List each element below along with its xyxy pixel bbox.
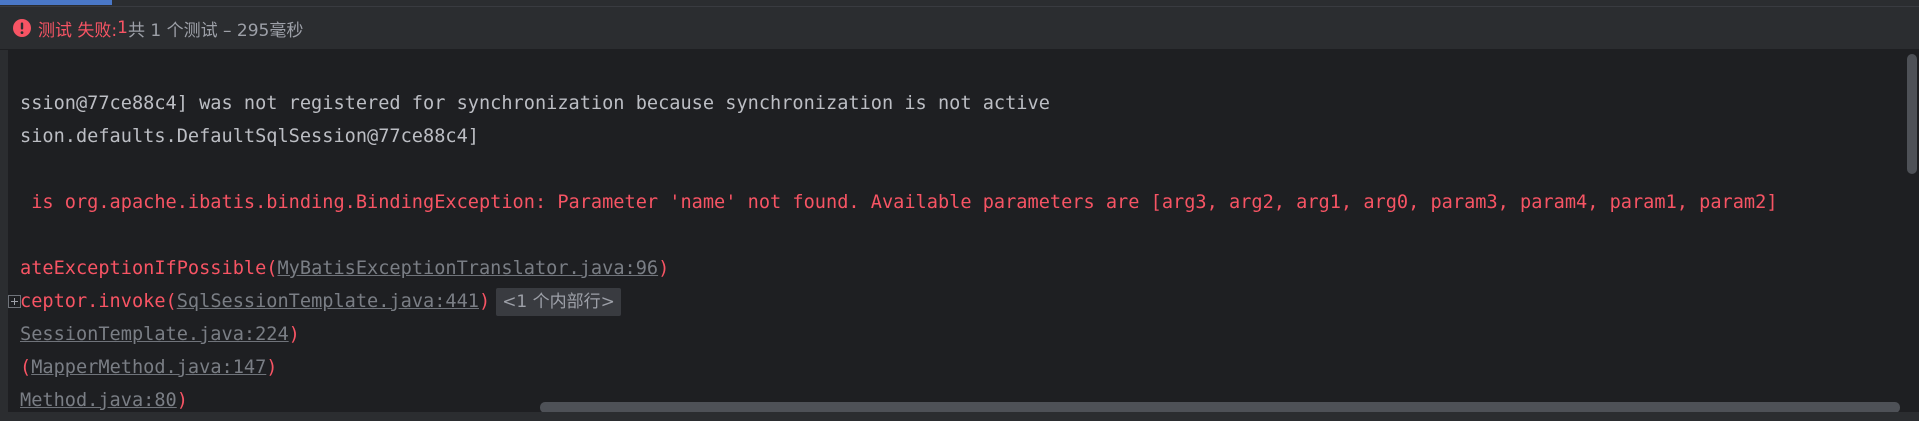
console-line: SessionTemplate.java:224) [20, 318, 1778, 351]
console-line: ceptor.invoke(SqlSessionTemplate.java:44… [20, 285, 1778, 318]
vertical-scrollbar[interactable] [1904, 50, 1919, 421]
stack-trace-link[interactable]: SqlSessionTemplate.java:441 [177, 285, 479, 318]
status-failed-count: 1 [117, 18, 128, 38]
stack-trace-link[interactable]: MapperMethod.java:147 [31, 351, 266, 384]
console-gutter [0, 50, 8, 421]
active-tab-indicator[interactable] [0, 0, 112, 5]
console-text: sion.defaults.DefaultSqlSession@77ce88c4… [20, 126, 479, 147]
console-line: sion.defaults.DefaultSqlSession@77ce88c4… [20, 120, 1778, 153]
error-circle-icon [12, 18, 32, 38]
console-line: is org.apache.ibatis.binding.BindingExce… [20, 186, 1778, 219]
console-text: ) [478, 291, 491, 312]
test-run-window: 测试 失败: 1 共 1 个测试 – 295毫秒 ssion@77ce88c4]… [0, 0, 1919, 421]
console-text: ateExceptionIfPossible( [20, 258, 278, 279]
console-text: ceptor.invoke( [20, 291, 177, 312]
folded-lines-badge[interactable]: <1 个内部行> [496, 287, 621, 316]
console-text: is org.apache.ibatis.binding.BindingExce… [20, 192, 1778, 213]
console-text: ) [288, 324, 300, 345]
test-status-header: 测试 失败: 1 共 1 个测试 – 295毫秒 [0, 7, 1919, 50]
console-line: (MapperMethod.java:147) [20, 351, 1778, 384]
status-failed-label: 测试 失败: [38, 20, 118, 41]
stack-trace-link[interactable]: MyBatisExceptionTranslator.java:96 [277, 252, 658, 285]
stack-trace-link[interactable]: SessionTemplate.java:224 [20, 318, 289, 351]
bottom-strip [0, 412, 1919, 421]
console-line: ateExceptionIfPossible(MyBatisExceptionT… [20, 252, 1778, 285]
console-lines: ssion@77ce88c4] was not registered for s… [20, 87, 1778, 417]
console-text: ( [20, 357, 32, 378]
console-text: ) [658, 258, 670, 279]
console-text: ssion@77ce88c4] was not registered for s… [20, 93, 1050, 114]
console-line: ssion@77ce88c4] was not registered for s… [20, 87, 1778, 120]
expand-fold-icon[interactable] [8, 295, 21, 308]
vertical-scrollbar-thumb[interactable] [1907, 54, 1917, 174]
status-detail: 共 1 个测试 – 295毫秒 [127, 20, 304, 41]
console-output[interactable]: ssion@77ce88c4] was not registered for s… [0, 50, 1919, 421]
console-text: ) [266, 357, 278, 378]
top-tab-strip [0, 0, 1919, 7]
